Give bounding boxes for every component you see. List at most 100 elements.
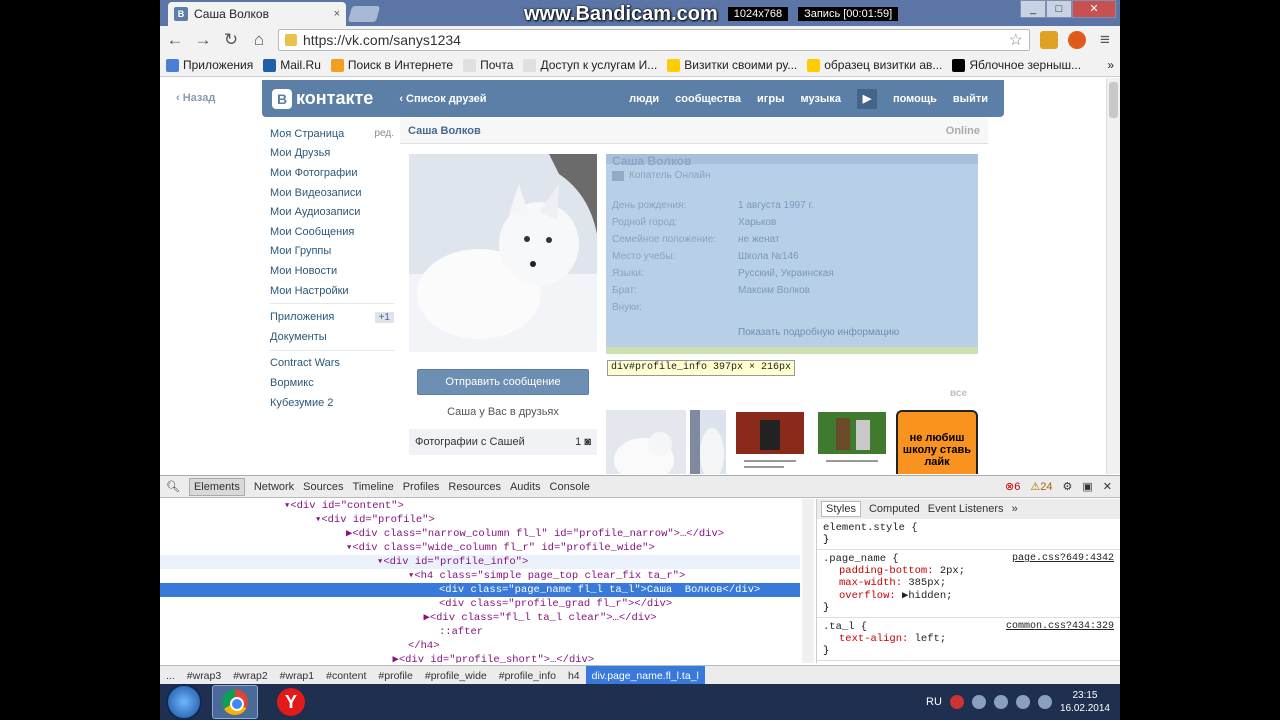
left-menu-item[interactable]: Мои Видеозаписи — [270, 183, 394, 203]
breadcrumb-item[interactable]: #profile_info — [493, 666, 562, 685]
dom-node-line[interactable]: ▾<div id="content"> — [160, 499, 800, 513]
warning-count[interactable]: ⚠24 — [1030, 480, 1052, 493]
scroll-thumb[interactable] — [1109, 82, 1118, 118]
devtools-tab[interactable]: Audits — [510, 481, 541, 493]
nav-games[interactable]: игры — [757, 93, 784, 105]
start-button[interactable] — [166, 684, 202, 720]
bookmark-item[interactable]: Mail.Ru — [263, 58, 321, 72]
back-arrow-icon[interactable]: ← — [166, 30, 184, 50]
friend-list-link[interactable]: ‹ Список друзей — [399, 93, 486, 105]
info-value[interactable]: не женат — [738, 234, 780, 245]
styles-tab[interactable]: Styles — [821, 501, 861, 517]
photos-with-link[interactable]: Фотографии с Сашей 1 ◙ — [409, 429, 597, 455]
breadcrumb-item[interactable]: #wrap3 — [181, 666, 227, 685]
dom-node-line[interactable]: ▾<div id="profile_info"> — [160, 555, 800, 569]
new-tab-button[interactable] — [347, 6, 381, 22]
maximize-button[interactable]: □ — [1046, 0, 1072, 18]
photo-thumb[interactable] — [606, 410, 686, 474]
profile-avatar[interactable] — [409, 154, 597, 352]
dom-node-line[interactable]: ▾<h4 class="simple page_top clear_fix ta… — [160, 569, 800, 583]
dom-node-line[interactable]: </h4> — [160, 639, 800, 653]
nav-help[interactable]: помощь — [893, 93, 937, 105]
dom-node-line[interactable]: <div class="page_name fl_l ta_l">Саша Во… — [160, 583, 800, 597]
dom-node-line[interactable]: ▶<div class="narrow_column fl_l" id="pro… — [160, 527, 800, 541]
devtools-tab[interactable]: Timeline — [353, 481, 394, 493]
forward-arrow-icon[interactable]: → — [194, 30, 212, 50]
css-property[interactable]: max-width: 385px; — [823, 577, 1114, 589]
devtools-tab[interactable]: Console — [550, 481, 590, 493]
breadcrumb-item[interactable]: #wrap2 — [227, 666, 273, 685]
info-value[interactable]: Максим Волков — [738, 285, 810, 296]
breadcrumb-item[interactable]: #wrap1 — [274, 666, 320, 685]
extension-icon[interactable] — [1068, 31, 1086, 49]
breadcrumb-item[interactable]: #profile — [372, 666, 418, 685]
language-indicator[interactable]: RU — [926, 696, 942, 708]
nav-communities[interactable]: сообщества — [675, 93, 741, 105]
breadcrumb-item[interactable]: ... — [160, 666, 181, 685]
photo-thumb[interactable] — [690, 410, 726, 474]
tray-icon[interactable] — [993, 695, 1008, 709]
bookmarks-more-icon[interactable]: » — [1107, 58, 1114, 72]
browser-tab[interactable]: В Саша Волков × — [168, 2, 346, 26]
settings-gear-icon[interactable]: ⚙ — [1063, 480, 1073, 493]
breadcrumb-item[interactable]: h4 — [562, 666, 586, 685]
dom-node-line[interactable]: ▶<div class="fl_l ta_l clear">…</div> — [160, 611, 800, 625]
css-property[interactable]: overflow: ▶hidden; — [823, 589, 1114, 602]
bookmark-item[interactable]: образец визитки ав... — [807, 58, 942, 72]
edit-link[interactable]: ред. — [374, 128, 394, 139]
record-icon[interactable] — [949, 695, 964, 709]
left-menu-item[interactable]: Мои Аудиозаписи — [270, 202, 394, 222]
dom-scrollbar[interactable] — [802, 499, 814, 663]
devtools-tab[interactable]: Network — [254, 481, 294, 493]
left-menu-item[interactable]: Приложения +1 — [270, 307, 394, 327]
css-source-link[interactable]: page.css?649:4342 — [1012, 553, 1114, 565]
breadcrumb-item[interactable]: #content — [320, 666, 372, 685]
send-message-button[interactable]: Отправить сообщение — [417, 369, 589, 395]
back-link[interactable]: ‹ Назад — [176, 92, 215, 104]
devtools-tab[interactable]: Profiles — [403, 481, 440, 493]
bookmark-item[interactable]: Поиск в Интернете — [330, 58, 453, 72]
dom-node-line[interactable]: <div class="profile_grad fl_r"></div> — [160, 597, 800, 611]
left-menu-item[interactable]: Мои Новости — [270, 261, 394, 281]
devtools-tab[interactable]: Resources — [448, 481, 501, 493]
css-rule[interactable]: .ta_l {common.css?434:329 text-align: lef… — [817, 618, 1120, 661]
left-menu-item[interactable]: Моя Страница ред. — [270, 124, 394, 144]
show-full-info-link[interactable]: Показать подробную информацию — [738, 327, 899, 338]
minimize-button[interactable]: _ — [1020, 0, 1046, 18]
banner-thumb[interactable]: не любиш школу ставь лайк — [896, 410, 978, 474]
tab-close-icon[interactable]: × — [334, 8, 340, 20]
left-menu-item[interactable]: Мои Группы — [270, 242, 394, 262]
info-value[interactable]: Школа №146 — [738, 251, 799, 262]
bookmark-item[interactable]: Визитки своими ру... — [667, 58, 797, 72]
bookmark-star-icon[interactable]: ☆ — [1009, 30, 1023, 50]
info-value[interactable]: 1 августа 1997 г. — [738, 200, 814, 211]
dom-node-line[interactable]: ▾<div id="profile"> — [160, 513, 800, 527]
left-menu-app-item[interactable]: Кубезумие 2 — [270, 393, 394, 413]
reload-icon[interactable]: ↻ — [222, 30, 240, 50]
dom-node-line[interactable]: ::after — [160, 625, 800, 639]
nav-music[interactable]: музыка — [800, 93, 840, 105]
breadcrumb-item[interactable]: #profile_wide — [419, 666, 493, 685]
bookmark-item[interactable]: Почта — [463, 58, 513, 72]
css-property[interactable]: padding-bottom: 2px; — [823, 565, 1114, 577]
nav-logout[interactable]: выйти — [953, 93, 988, 105]
photo-thumb[interactable] — [816, 410, 888, 474]
tray-icon[interactable] — [971, 695, 986, 709]
left-menu-item[interactable]: Мои Настройки — [270, 281, 394, 301]
devtools-tab[interactable]: Sources — [303, 481, 343, 493]
menu-icon[interactable]: ≡ — [1096, 30, 1114, 50]
css-rule[interactable]: .page_name {page.css?649:4342 padding-bot… — [817, 550, 1120, 618]
nav-people[interactable]: люди — [629, 93, 659, 105]
dom-node-line[interactable]: ▶<div id="profile_short">…</div> — [160, 653, 800, 663]
all-photos-link[interactable]: все — [950, 388, 967, 399]
bookmark-item[interactable]: Яблочное зерныш... — [952, 58, 1081, 72]
dom-node-line[interactable]: ▾<div class="wide_column fl_r" id="profi… — [160, 541, 800, 555]
inspect-icon[interactable]: 🔍︎ — [166, 480, 180, 493]
network-icon[interactable] — [1015, 695, 1030, 709]
css-rule[interactable]: element.style {} — [817, 519, 1120, 550]
error-count[interactable]: ⊗6 — [1005, 480, 1020, 493]
left-menu-item[interactable]: Мои Фотографии — [270, 163, 394, 183]
info-value[interactable]: Русский, Украинская — [738, 268, 834, 279]
photo-thumb[interactable] — [734, 410, 806, 474]
styles-tab[interactable]: Event Listeners — [928, 503, 1004, 515]
